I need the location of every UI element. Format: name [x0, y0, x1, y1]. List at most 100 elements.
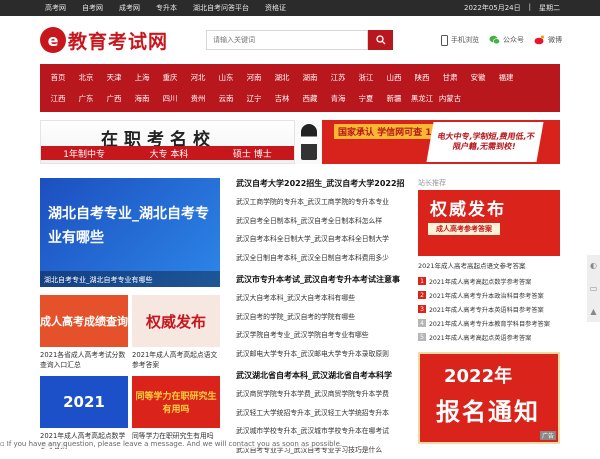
banner-tag: 大专 本科: [149, 147, 188, 160]
nav-item[interactable]: 辽宁: [240, 93, 268, 104]
nav-item[interactable]: 贵州: [184, 93, 212, 104]
weekday-text: 星期二: [539, 3, 560, 13]
middle-column: 武汉自考大学2022招生_武汉自考大学2022招 武汉工商学院的专升本_武汉工商…: [236, 178, 410, 459]
top-icon[interactable]: ▲: [590, 307, 596, 316]
nav-item[interactable]: 甘肃: [436, 72, 464, 83]
nav-item[interactable]: 云南: [212, 93, 240, 104]
nav-item[interactable]: 湖北: [268, 72, 296, 83]
floating-message[interactable]: ▫ If you have any question, please leave…: [0, 440, 342, 448]
nav-item[interactable]: 福建: [492, 72, 520, 83]
nav-item[interactable]: 西藏: [296, 93, 324, 104]
rank-item[interactable]: 42021年成人高考专升本教育学科目参考答案: [418, 316, 560, 330]
search-input[interactable]: [206, 30, 368, 50]
nav-item[interactable]: 内蒙古: [436, 93, 464, 104]
rank-list: 12021年成人高考高起点数学参考答案 22021年成人高考专升本政治科目参考答…: [418, 274, 560, 344]
search-button[interactable]: [368, 30, 393, 50]
article-link[interactable]: 武汉商贸学院专升本学费_武汉商贸学院专升本学费: [236, 385, 410, 404]
nav-item[interactable]: 海南: [128, 93, 156, 104]
article-link[interactable]: 武汉工商学院的专升本_武汉工商学院的专升本专业: [236, 193, 410, 212]
card-image: 权威发布: [132, 295, 220, 347]
person-illustration: [301, 124, 317, 160]
wechat-label: 公众号: [503, 35, 524, 45]
news-card[interactable]: 权威发布 2021年成人高考高起点语文参考答案: [132, 295, 220, 370]
section-headline[interactable]: 武汉湖北省自考本科_武汉湖北省自考本科学: [236, 370, 410, 381]
article-link[interactable]: 武汉城市学校专升本_武汉城市学校专升本在哪考试: [236, 422, 410, 441]
rank-item[interactable]: 22021年成人高考专升本政治科目参考答案: [418, 288, 560, 302]
nav-item[interactable]: 广东: [72, 93, 100, 104]
nav-item[interactable]: 上海: [128, 72, 156, 83]
top-link-cert[interactable]: 资格证: [265, 3, 286, 13]
featured-caption: 湖北自考专业_湖北自考专业有哪些: [40, 271, 220, 287]
wechat-link[interactable]: 公众号: [489, 35, 524, 45]
floating-message-text: If you have any question, please leave a…: [7, 440, 342, 448]
article-link[interactable]: 武汉学院自考专业_武汉学院自考专业有哪些: [236, 326, 410, 345]
nav-item[interactable]: 青海: [324, 93, 352, 104]
phone-icon: [441, 35, 448, 46]
nav-item[interactable]: 新疆: [380, 93, 408, 104]
nav-item[interactable]: 江苏: [324, 72, 352, 83]
featured-slide[interactable]: 湖北自考专业_湖北自考专业有哪些 湖北自考专业_湖北自考专业有哪些: [40, 178, 220, 287]
chat-icon[interactable]: ◐: [590, 261, 597, 270]
nav-item[interactable]: 吉林: [268, 93, 296, 104]
weibo-link[interactable]: 微博: [534, 35, 562, 45]
nav-item[interactable]: 陕西: [408, 72, 436, 83]
banner2-year: 2022年: [444, 362, 512, 388]
nav-row-1: 首页 北京 天津 上海 重庆 河北 山东 河南 湖北 湖南 江苏 浙江 山西 陕…: [44, 67, 556, 88]
nav-item[interactable]: 湖南: [296, 72, 324, 83]
recommend-banner[interactable]: 权威发布 成人高考参考答案: [418, 190, 560, 256]
top-link-zikao[interactable]: 自考网: [82, 3, 103, 13]
article-link[interactable]: 武汉自考全日制本科_武汉自考全日制本科怎么样: [236, 212, 410, 231]
article-link[interactable]: 武汉自考本科全日制大学_武汉自考本科全日制大学: [236, 230, 410, 249]
recommend-caption[interactable]: 2021年成人高考高起点语文参考答案: [418, 260, 560, 270]
article-link[interactable]: 武汉轻工大学统招专升本_武汉轻工大学统招专升本: [236, 404, 410, 423]
rank-item[interactable]: 52021年成人高考高起点英语参考答案: [418, 330, 560, 344]
top-link-chengkao[interactable]: 成考网: [119, 3, 140, 13]
nav-item[interactable]: 安徽: [464, 72, 492, 83]
article-link[interactable]: 武汉邮电大学专升本_武汉邮电大学专升本录取原则: [236, 345, 410, 364]
nav-item[interactable]: 江西: [44, 93, 72, 104]
section-headline[interactable]: 武汉市专升本考试_武汉自考专升本考试注意事: [236, 274, 410, 285]
search-icon: [376, 35, 386, 45]
promo-banner[interactable]: 在职考名校 1年制中专 大专 本科 硕士 博士 国家承认 学信网可查 1年制 中…: [40, 120, 560, 164]
nav-item[interactable]: 重庆: [156, 72, 184, 83]
nav-item[interactable]: 天津: [100, 72, 128, 83]
rank-number: 4: [418, 319, 426, 327]
nav-item[interactable]: 河北: [184, 72, 212, 83]
news-card[interactable]: 成人高考成绩查询 2021各省成人高考考试分数查询入口汇总: [40, 295, 128, 370]
mobile-link[interactable]: 手机浏览: [441, 35, 479, 46]
recommend-banner-title: 权威发布: [430, 195, 506, 220]
nav-item[interactable]: 首页: [44, 72, 72, 83]
enroll-notice-banner[interactable]: 2022年 报名通知 广告: [418, 352, 560, 444]
article-link[interactable]: 武汉大自考本科_武汉大自考本科有哪些: [236, 289, 410, 308]
nav-item[interactable]: 北京: [72, 72, 100, 83]
nav-item[interactable]: 山西: [380, 72, 408, 83]
top-link-qa[interactable]: 湖北自考问答平台: [193, 3, 249, 13]
banner-tag: 硕士 博士: [233, 147, 272, 160]
rank-item[interactable]: 12021年成人高考高起点数学参考答案: [418, 274, 560, 288]
top-link-gaokao[interactable]: 高考网: [45, 3, 66, 13]
featured-title: 湖北自考专业_湖北自考专业有哪些: [48, 202, 220, 250]
nav-item[interactable]: 宁夏: [352, 93, 380, 104]
article-link[interactable]: 武汉自考的学院_武汉自考的学院有哪些: [236, 308, 410, 327]
nav-item[interactable]: 河南: [240, 72, 268, 83]
nav-item[interactable]: 山东: [212, 72, 240, 83]
site-logo[interactable]: e 教育考试网: [40, 27, 168, 54]
top-bar: 高考网 自考网 成考网 专升本 湖北自考问答平台 资格证 2022年05月24日…: [0, 0, 600, 16]
nav-item[interactable]: 广西: [100, 93, 128, 104]
top-link-zhuanshengben[interactable]: 专升本: [156, 3, 177, 13]
recommend-banner-sub: 成人高考参考答案: [428, 223, 500, 235]
article-link[interactable]: 武汉全日制自考本科_武汉全日制自考本科费用多少: [236, 249, 410, 268]
banner-person-image: [295, 120, 322, 164]
left-column: 湖北自考专业_湖北自考专业有哪些 湖北自考专业_湖北自考专业有哪些 成人高考成绩…: [40, 178, 220, 459]
rank-number: 2: [418, 291, 426, 299]
section-headline[interactable]: 武汉自考大学2022招生_武汉自考大学2022招: [236, 178, 410, 189]
banner-right-sub: 电大中专,学制短,费用低,不限户籍,无需到校!: [426, 122, 543, 162]
nav-item[interactable]: 四川: [156, 93, 184, 104]
rank-item[interactable]: 32021年成人高考专升本英语科目参考答案: [418, 302, 560, 316]
banner-tag: 1年制中专: [63, 147, 105, 160]
message-icon[interactable]: ▭: [590, 284, 598, 293]
logo-text: 教育考试网: [68, 27, 168, 54]
right-column: 站长推荐 权威发布 成人高考参考答案 2021年成人高考高起点语文参考答案 12…: [418, 178, 560, 459]
nav-item[interactable]: 黑龙江: [408, 93, 436, 104]
nav-item[interactable]: 浙江: [352, 72, 380, 83]
